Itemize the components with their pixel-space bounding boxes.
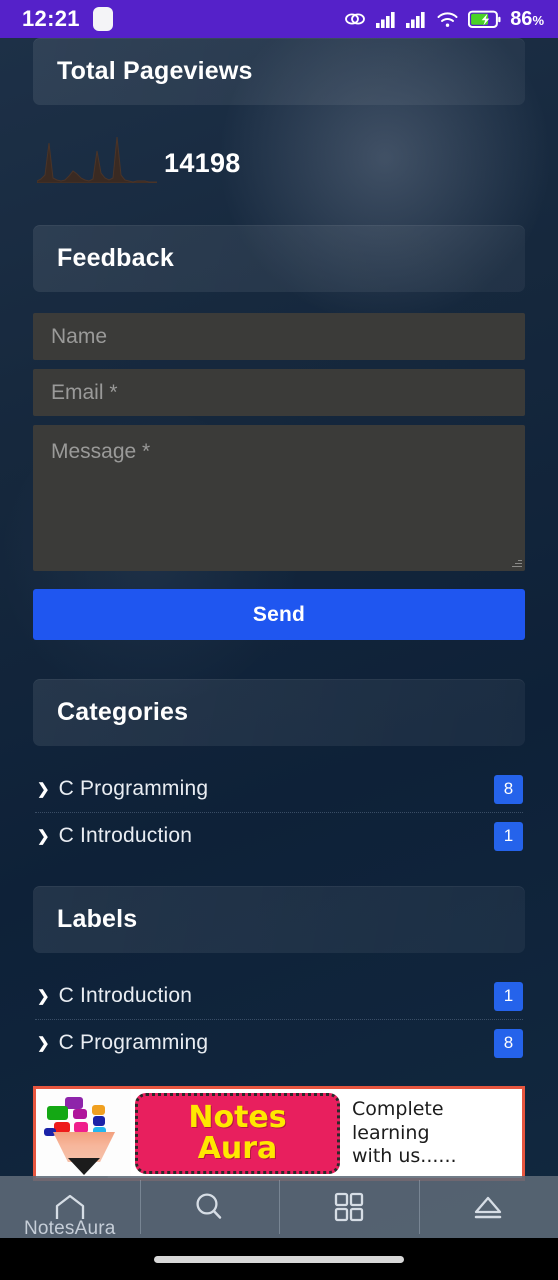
- pageviews-stat-row: 14198: [33, 105, 525, 183]
- banner-tagline-line2: with us......: [352, 1145, 457, 1168]
- pencil-logo-icon: [36, 1089, 131, 1178]
- status-bar-icons: 86%: [343, 8, 544, 31]
- categories-header-card: Categories: [33, 679, 525, 746]
- pageviews-title: Total Pageviews: [57, 57, 253, 85]
- status-bar-clock: 12:21: [22, 6, 80, 31]
- categories-list: ❯ C Programming 8 ❯ C Introduction 1: [33, 746, 525, 859]
- feedback-section: Feedback Send: [0, 225, 558, 640]
- list-item[interactable]: ❯ C Introduction 1: [33, 813, 525, 859]
- status-bar: 12:21 86%: [0, 0, 558, 38]
- categories-title: Categories: [57, 698, 189, 726]
- chevron-right-icon: ❯: [37, 780, 50, 798]
- list-item[interactable]: ❯ C Programming 8: [33, 1020, 525, 1066]
- list-item-label: C Introduction: [58, 984, 193, 1007]
- nav-item-home-label: NotesAura: [23, 1218, 116, 1239]
- banner-title-line1: Notes: [188, 1099, 287, 1135]
- message-textarea[interactable]: [33, 425, 525, 571]
- pageviews-count: 14198: [164, 148, 241, 178]
- search-icon: [196, 1193, 222, 1219]
- list-item-count-badge: 8: [494, 774, 523, 804]
- list-item-label: C Introduction: [58, 824, 193, 847]
- chevron-right-icon: ❯: [37, 987, 50, 1005]
- nav-item-home[interactable]: NotesAura: [0, 1176, 140, 1239]
- labels-section: Labels ❯ C Introduction 1 ❯ C Programmin…: [0, 886, 558, 1181]
- list-item-count-badge: 8: [494, 1028, 523, 1058]
- eject-icon: [475, 1196, 502, 1219]
- list-item-label: C Programming: [58, 1031, 209, 1054]
- nav-item-grid[interactable]: [279, 1176, 419, 1238]
- signal-bars-icon: [376, 12, 395, 28]
- name-input[interactable]: [33, 313, 525, 360]
- pageviews-header-card: Total Pageviews: [33, 38, 525, 105]
- feedback-title: Feedback: [57, 244, 174, 272]
- battery-charging-icon: [468, 10, 501, 28]
- banner-tagline: Complete learning with us......: [340, 1089, 522, 1178]
- pageviews-section: Total Pageviews 14198: [0, 38, 558, 183]
- notesaura-banner[interactable]: Notes Aura Complete learning with us....…: [33, 1086, 525, 1181]
- categories-section: Categories ❯ C Programming 8 ❯ C Introdu…: [0, 679, 558, 859]
- app-square-icon: [92, 7, 113, 31]
- grid-icon: [334, 1192, 363, 1222]
- signal-bars-icon: [406, 12, 425, 28]
- send-button[interactable]: Send: [33, 589, 525, 640]
- gesture-bar-handle[interactable]: [154, 1255, 404, 1263]
- home-icon: [55, 1194, 84, 1219]
- pageviews-sparkline-chart: [37, 136, 157, 183]
- list-item[interactable]: ❯ C Programming 8: [33, 766, 525, 812]
- banner-title: Notes Aura: [135, 1093, 340, 1174]
- labels-title: Labels: [57, 905, 138, 933]
- labels-list: ❯ C Introduction 1 ❯ C Programming 8: [33, 953, 525, 1066]
- labels-header-card: Labels: [33, 886, 525, 953]
- list-item-count-badge: 1: [494, 821, 523, 851]
- phone-screen: 12:21 86% Total Pageviews 14198 Feedback…: [0, 0, 558, 1280]
- page-content: Total Pageviews 14198 Feedback Name Emai…: [0, 38, 558, 1280]
- battery-percent-label: 86%: [510, 7, 544, 30]
- banner-tagline-line1: Complete learning: [352, 1097, 444, 1144]
- chevron-right-icon: ❯: [37, 827, 50, 845]
- chevron-right-icon: ❯: [37, 1034, 50, 1052]
- bottom-navigation-bar: NotesAura: [0, 1176, 558, 1239]
- message-field-wrapper: [33, 425, 525, 571]
- banner-title-line2: Aura: [197, 1130, 278, 1166]
- list-item-label: C Programming: [58, 777, 209, 800]
- email-input[interactable]: [33, 369, 525, 416]
- nav-item-eject[interactable]: [418, 1176, 558, 1238]
- wifi-icon: [437, 12, 458, 27]
- nav-item-search[interactable]: [139, 1176, 280, 1238]
- system-gesture-bar[interactable]: [0, 1238, 558, 1280]
- list-item[interactable]: ❯ C Introduction 1: [33, 973, 525, 1019]
- link-icon: [345, 13, 366, 25]
- list-item-count-badge: 1: [494, 981, 523, 1011]
- feedback-header-card: Feedback: [33, 225, 525, 292]
